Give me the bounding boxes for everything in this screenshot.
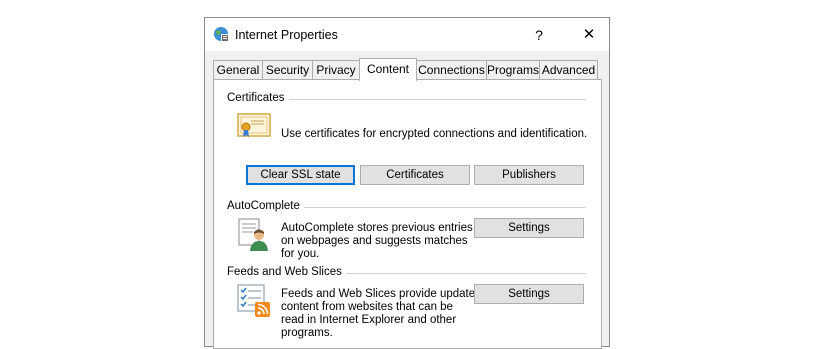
- feeds-description-line-1: Feeds and Web Slices provide updated: [281, 288, 482, 300]
- autocomplete-description-line-3: for you.: [281, 248, 320, 260]
- certificates-button[interactable]: Certificates: [360, 165, 470, 185]
- tab-security[interactable]: Security: [262, 60, 313, 79]
- tab-general[interactable]: General: [213, 60, 263, 79]
- close-button[interactable]: ✕: [575, 24, 603, 46]
- content-tab-panel: Certificates Use certificates for encryp…: [213, 79, 602, 349]
- tab-connections[interactable]: Connections: [416, 60, 487, 79]
- feeds-heading: Feeds and Web Slices: [227, 266, 346, 278]
- autocomplete-settings-button[interactable]: Settings: [474, 218, 584, 238]
- tab-programs[interactable]: Programs: [486, 60, 540, 79]
- internet-properties-dialog: Internet Properties ? ✕ General Security…: [204, 17, 610, 349]
- certificate-icon: [237, 112, 271, 143]
- feeds-description-line-2: content from websites that can be: [281, 301, 453, 313]
- feeds-description-line-4: programs.: [281, 327, 333, 339]
- feeds-description-line-3: read in Internet Explorer and other: [281, 314, 457, 326]
- autocomplete-description-line-2: on webpages and suggests matches: [281, 235, 468, 247]
- publishers-button[interactable]: Publishers: [474, 165, 584, 185]
- tab-advanced[interactable]: Advanced: [539, 60, 598, 79]
- clear-ssl-state-button[interactable]: Clear SSL state: [246, 165, 355, 185]
- tab-content[interactable]: Content: [359, 58, 417, 81]
- internet-globe-icon: [213, 26, 229, 42]
- feeds-rss-icon: [236, 284, 272, 321]
- autocomplete-icon: [237, 218, 271, 255]
- title-bar[interactable]: Internet Properties ? ✕: [205, 18, 609, 51]
- certificates-description: Use certificates for encrypted connectio…: [281, 128, 588, 140]
- autocomplete-description-line-1: AutoComplete stores previous entries: [281, 222, 473, 234]
- help-button[interactable]: ?: [527, 24, 551, 46]
- tab-privacy[interactable]: Privacy: [312, 60, 360, 79]
- certificates-heading: Certificates: [227, 92, 289, 104]
- autocomplete-heading: AutoComplete: [227, 200, 304, 212]
- window-title: Internet Properties: [235, 28, 338, 42]
- feeds-settings-button[interactable]: Settings: [474, 284, 584, 304]
